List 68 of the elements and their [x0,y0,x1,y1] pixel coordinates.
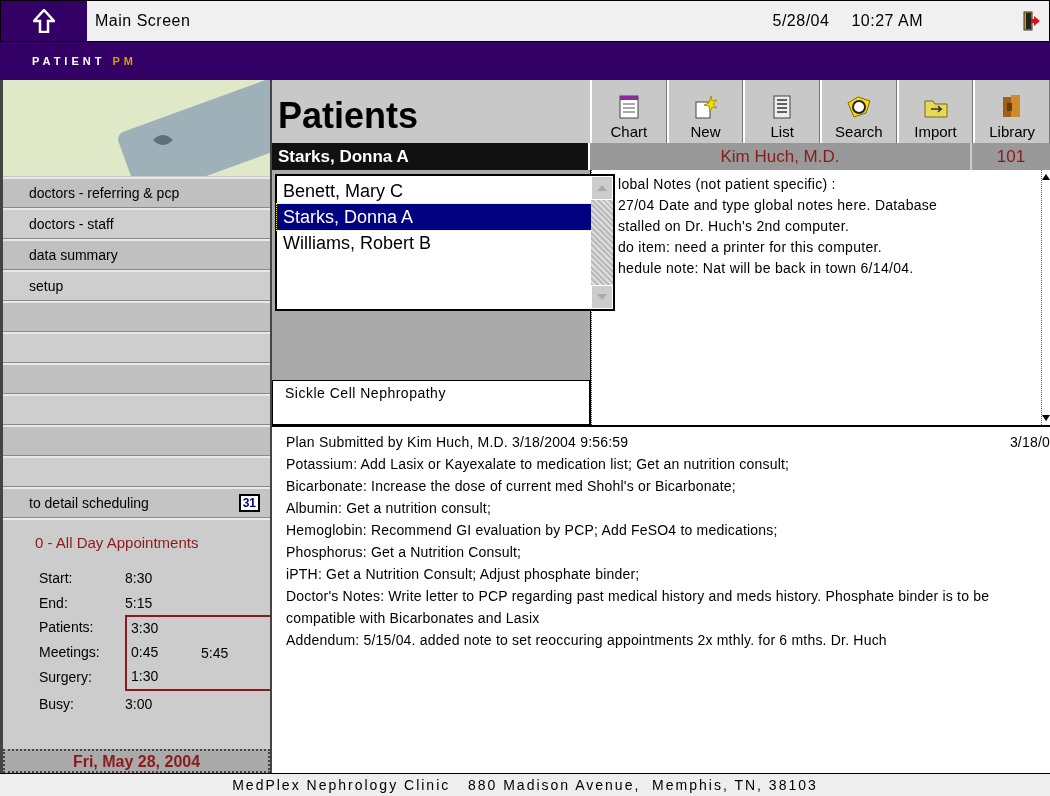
room-number: 101 [970,143,1050,170]
page-title: Patients [277,94,420,138]
scroll-down-arrow-icon[interactable] [1042,415,1050,421]
note-line: hedule note: Nat will be back in town 6/14/04. [618,260,915,278]
search-icon [845,95,872,119]
schedule-label: Patients: [39,618,95,637]
schedule-value: 0:45 [131,643,160,662]
patient-list-item[interactable]: Starks, Donna A [277,204,591,230]
schedule-value: 8:30 [125,569,153,586]
sidebar-item[interactable]: setup [3,270,270,301]
toolbar-button[interactable]: Library [973,80,1050,143]
toolbar-button[interactable]: Search [820,80,897,143]
patient-list-item[interactable]: Williams, Robert B [277,230,591,256]
schedule-value: 1:30 [131,667,160,686]
plan-line: Addendum: 5/15/04. added note to set reoccuring appointments 2x mthly. for 6 mths. Dr. Huch [286,631,888,650]
current-date: Fri, May 28, 2004 [3,749,270,773]
toolbar-button[interactable]: Import [896,80,974,143]
up-arrow-icon [33,9,55,33]
scheduling-link[interactable]: to detail scheduling 31 [3,487,270,518]
scheduling-label: to detail scheduling [29,495,149,511]
toolbar-button[interactable]: New [666,80,744,143]
toolbar-button[interactable]: List [743,80,820,143]
plan-line: Hemoglobin: Recommend GI evaluation by PCP; Add FeSO4 to medications; [286,521,779,540]
note-line: 27/04 Date and type global notes here. Database [618,197,939,215]
global-notes-panel[interactable] [591,170,1050,425]
schedule-label: Start: [39,569,74,586]
doctor-name: Kim Huch, M.D. [590,143,970,170]
date-text: 5/28/04 [772,12,830,30]
schedule-value: 3:30 [131,619,160,638]
exit-door-icon[interactable] [1023,11,1041,31]
patient-list-item[interactable]: Benett, Mary C [277,178,591,204]
screen-title: Main Screen [95,12,192,30]
schedule-total: 5:45 [201,645,229,661]
note-line: do item: need a printer for this computer. [618,239,883,257]
home-button[interactable] [1,1,87,41]
plan-title: Plan Submitted by Kim Huch, M.D. 3/18/2004 9:56:59 [286,433,629,452]
schedule-label: Meetings: [39,643,101,662]
scroll-up-arrow-icon[interactable] [1042,174,1050,180]
note-line: lobal Notes (not patient specific) : [618,176,837,194]
sidebar-item[interactable]: doctors - staff [3,208,270,239]
schedule-value: 5:15 [125,594,153,611]
plan-line: Albumin: Get a nutrition consult; [286,499,493,518]
list-document-icon [772,95,793,119]
clinic-address: MedPlex Nephrology Clinic 880 Madison Avenue, Memphis, TN, 38103 [232,777,818,793]
schedule-value: 3:00 [125,695,153,712]
appointments-summary: 0 - All Day Appointments [35,534,200,551]
chart-document-icon [617,95,640,119]
time-text: 10:27 AM [851,12,923,30]
sidebar-item[interactable]: data summary [3,239,270,270]
diagnosis-field[interactable]: Sickle Cell Nephropathy [272,380,590,425]
note-line: stalled on Dr. Huch's 2nd computer. [618,218,851,236]
app-logo: PATIENT PM [32,55,137,67]
schedule-label: Surgery: [39,668,93,687]
schedule-label: Busy: [39,695,75,712]
sidebar-item[interactable]: doctors - referring & pcp [3,177,270,208]
new-document-icon [693,95,718,119]
calendar-icon[interactable]: 31 [238,494,260,512]
plan-line: Potassium: Add Lasix or Kayexalate to medication list; Get an nutrition consult; [286,455,791,474]
toolbar-button[interactable]: Chart [590,80,667,143]
plan-date: 3/18/0 [1009,433,1050,452]
patient-list[interactable]: Benett, Mary C Starks, Donna A Williams, Robert B [275,174,615,311]
notes-scrollbar[interactable] [1041,170,1050,425]
plan-line: Phosphorus: Get a Nutrition Consult; [286,543,523,562]
plan-line: iPTH: Get a Nutrition Consult; Adjust phosphate binder; [286,565,641,584]
schedule-label: End: [39,594,69,611]
plan-line: Doctor's Notes: Write letter to PCP regarding past medical history and meds history. Phosphate binder is to be compatible with Bicarbonates and Lasix [286,587,991,628]
current-patient-field[interactable]: Starks, Donna A [272,143,590,170]
plan-line: Bicarbonate: Increase the dose of current med Shohl's or Bicarbonate; [286,477,737,496]
